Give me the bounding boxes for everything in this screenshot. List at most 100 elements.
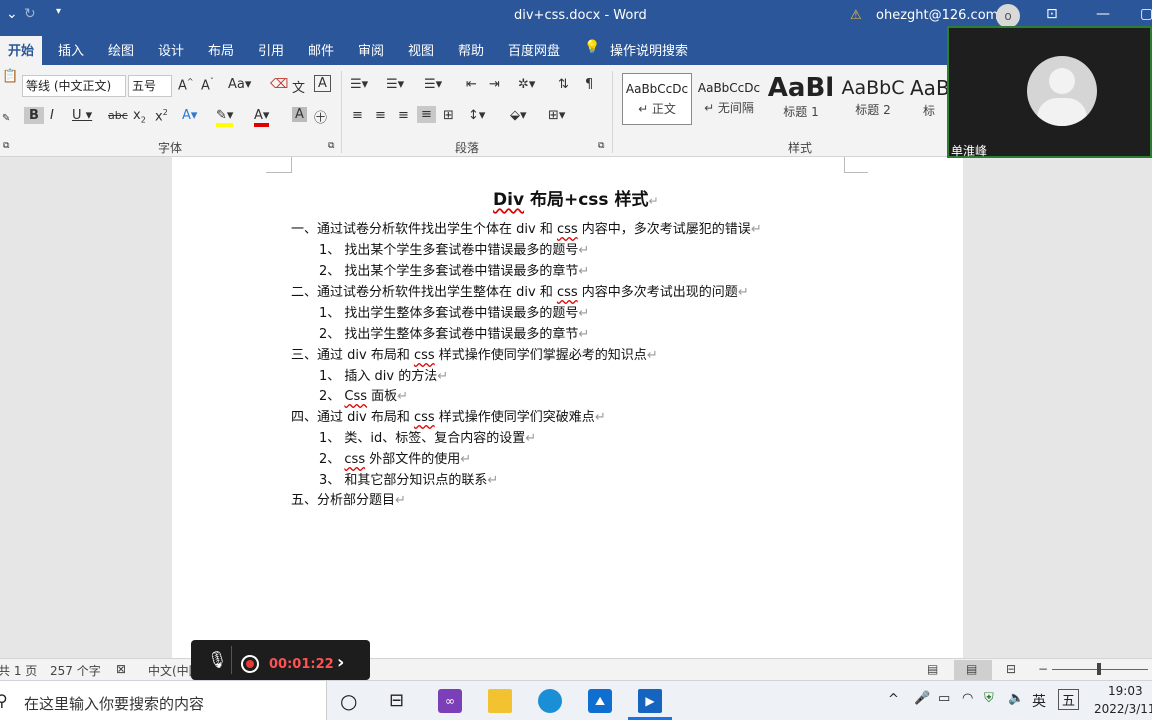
align-center-icon[interactable]: ≡: [375, 108, 386, 123]
numbering-icon[interactable]: ☰▾: [386, 77, 404, 92]
widgets-icon[interactable]: ⊟: [389, 689, 413, 713]
expand-chevron-icon[interactable]: ›: [337, 652, 344, 673]
bullets-icon[interactable]: ☰▾: [350, 77, 368, 92]
show-hidden-icons[interactable]: ^: [888, 692, 899, 707]
ime-mode[interactable]: 五: [1058, 689, 1080, 710]
change-case-icon[interactable]: Aa▾: [228, 77, 251, 92]
subscript-button[interactable]: x2: [133, 108, 146, 125]
font-family-select[interactable]: 等线 (中文正文): [22, 75, 126, 97]
tab-insert[interactable]: 插入: [58, 40, 84, 59]
customize-qat-icon[interactable]: ▾: [56, 6, 61, 17]
microphone-tray-icon[interactable]: 🎤: [914, 691, 930, 706]
justify-icon[interactable]: ≡: [417, 106, 436, 123]
tab-help[interactable]: 帮助: [458, 40, 484, 59]
line-spacing-icon[interactable]: ↕▾: [468, 108, 485, 123]
tab-draw[interactable]: 绘图: [108, 40, 134, 59]
language-indicator[interactable]: 中文(中国): [148, 662, 192, 679]
grow-font-icon[interactable]: A^: [178, 77, 194, 93]
document-page[interactable]: Div 布局+css 样式↵ 一、通过试卷分析软件找出学生个体在 div 和 c…: [172, 157, 963, 658]
zoom-out-icon[interactable]: −: [1038, 662, 1048, 676]
tab-design[interactable]: 设计: [158, 40, 184, 59]
style-heading-more[interactable]: AaBl 标: [910, 73, 948, 125]
tab-baidu[interactable]: 百度网盘: [508, 40, 560, 59]
underline-button[interactable]: U ▾: [72, 108, 92, 123]
bold-button[interactable]: B: [24, 107, 44, 124]
style-name: 标题 1: [783, 105, 819, 119]
tab-review[interactable]: 审阅: [358, 40, 384, 59]
multilevel-list-icon[interactable]: ☰▾: [424, 77, 442, 92]
input-language[interactable]: 英: [1032, 691, 1046, 711]
page-count[interactable]: 共 1 页: [0, 662, 37, 679]
clipboard-launcher-icon[interactable]: ⧉: [3, 141, 9, 151]
battery-icon[interactable]: ▭: [938, 691, 950, 706]
tab-references[interactable]: 引用: [258, 40, 284, 59]
enclosed-char-icon[interactable]: ㊉: [314, 107, 327, 126]
visual-studio-icon[interactable]: ∞: [438, 689, 462, 713]
volume-icon[interactable]: 🔈: [1008, 691, 1024, 706]
record-icon[interactable]: [241, 655, 259, 673]
shrink-font-icon[interactable]: Aˇ: [201, 77, 214, 93]
distributed-icon[interactable]: ⊞: [443, 108, 454, 123]
redo-icon[interactable]: ↻: [24, 6, 36, 22]
paste-icon[interactable]: 📋: [2, 69, 18, 84]
align-right-icon[interactable]: ≡: [398, 108, 409, 123]
zoom-slider-thumb[interactable]: [1097, 663, 1101, 675]
strikethrough-button[interactable]: abc: [108, 109, 128, 122]
show-marks-icon[interactable]: ¶: [585, 77, 593, 92]
decrease-indent-icon[interactable]: ⇤: [466, 77, 477, 92]
clear-format-icon[interactable]: ⌫: [270, 77, 288, 92]
italic-button[interactable]: I: [50, 108, 54, 123]
qat-chevron-icon[interactable]: ⌄: [6, 6, 18, 22]
highlight-icon[interactable]: ✎▾: [216, 108, 234, 127]
clock-time[interactable]: 19:03: [1108, 684, 1143, 698]
task-view-icon[interactable]: ○: [340, 689, 364, 713]
proofing-icon[interactable]: ⊠: [116, 662, 126, 676]
sort-icon[interactable]: ⇅: [558, 77, 569, 92]
minimize-icon[interactable]: —: [1096, 6, 1110, 22]
font-size-select[interactable]: 五号: [128, 75, 172, 97]
read-mode-icon[interactable]: ▤: [927, 662, 938, 676]
edge-icon[interactable]: [538, 689, 562, 713]
word-count[interactable]: 257 个字: [50, 662, 101, 679]
tab-home[interactable]: 开始: [0, 36, 43, 67]
increase-indent-icon[interactable]: ⇥: [489, 77, 500, 92]
style-heading-1[interactable]: AaBl 标题 1: [766, 73, 836, 125]
style-normal[interactable]: AaBbCcDc ↵ 正文: [622, 73, 692, 125]
restore-icon[interactable]: ▢: [1140, 6, 1152, 22]
recorder-app-icon[interactable]: ▶: [638, 689, 662, 713]
borders-icon[interactable]: ⊞▾: [548, 108, 565, 123]
font-launcher-icon[interactable]: ⧉: [328, 141, 334, 151]
microphone-icon[interactable]: 🎙: [207, 650, 227, 669]
phonetic-guide-icon[interactable]: 文: [292, 77, 305, 96]
ribbon-display-icon[interactable]: ⊡: [1046, 6, 1058, 22]
document-line: 1、 找出学生整体多套试卷中错误最多的题号↵: [319, 306, 590, 321]
print-layout-button[interactable]: ▤: [954, 660, 992, 680]
lightbulb-icon: 💡: [584, 40, 601, 55]
file-explorer-icon[interactable]: [488, 689, 512, 713]
clock-date[interactable]: 2022/3/11: [1094, 702, 1152, 716]
tab-layout[interactable]: 布局: [208, 40, 234, 59]
tell-me-search[interactable]: 操作说明搜索: [610, 40, 688, 59]
align-left-icon[interactable]: ≡: [352, 108, 363, 123]
tab-view[interactable]: 视图: [408, 40, 434, 59]
shading-icon[interactable]: ⬙▾: [510, 108, 527, 123]
wifi-icon[interactable]: ◠: [962, 691, 973, 706]
superscript-button[interactable]: x2: [155, 108, 168, 124]
security-shield-icon[interactable]: ⛨: [984, 691, 994, 706]
format-painter-icon[interactable]: ✎: [2, 113, 10, 124]
account-name[interactable]: ohezght@126.com: [876, 8, 998, 23]
taskbar-search[interactable]: ⚲ 在这里输入你要搜索的内容: [0, 681, 327, 720]
separator: [612, 71, 613, 153]
text-effects-icon[interactable]: A▾: [182, 108, 197, 123]
char-border-icon[interactable]: A: [314, 75, 331, 92]
tab-mailings[interactable]: 邮件: [308, 40, 334, 59]
chinese-layout-icon[interactable]: ✲▾: [518, 77, 535, 92]
char-shading-icon[interactable]: A: [292, 107, 307, 122]
paragraph-launcher-icon[interactable]: ⧉: [598, 141, 604, 151]
avatar[interactable]: o: [996, 4, 1020, 28]
style-heading-2[interactable]: AaBbC 标题 2: [838, 73, 908, 125]
font-color-icon[interactable]: A▾: [254, 108, 270, 127]
photos-icon[interactable]: ⛰: [588, 689, 612, 713]
web-layout-icon[interactable]: ⊟: [1006, 662, 1016, 676]
style-no-spacing[interactable]: AaBbCcDc ↵ 无间隔: [694, 73, 764, 125]
